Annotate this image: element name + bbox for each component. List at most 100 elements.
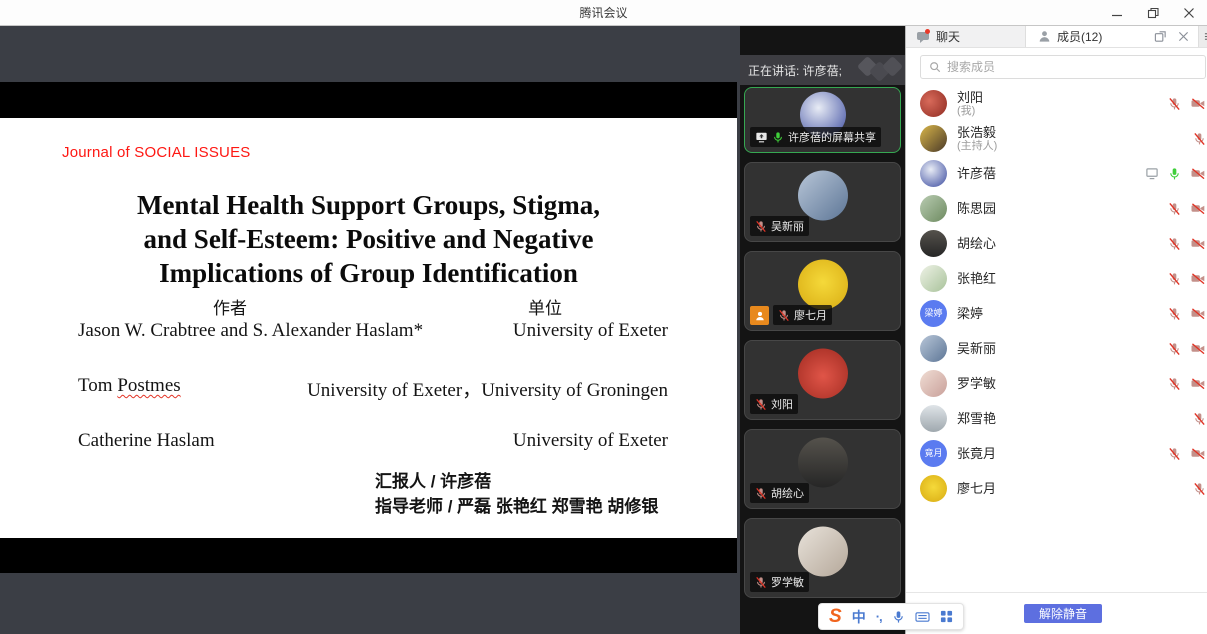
shared-screen-stage: Journal of SOCIAL ISSUES Mental Health S… — [0, 26, 740, 634]
member-row[interactable]: 张浩毅 (主持人) — [906, 121, 1207, 156]
ime-mic-icon[interactable] — [892, 610, 905, 624]
author-row: Tom Postmes University of Exeter，Univers… — [78, 375, 668, 402]
member-row[interactable]: 梁婷 梁婷 — [906, 296, 1207, 331]
video-tile[interactable]: 胡绘心 — [744, 429, 901, 509]
video-tile[interactable]: 吴新丽 — [744, 162, 901, 242]
popout-panel-icon[interactable] — [1154, 30, 1167, 43]
camera-off-icon — [1190, 167, 1206, 180]
avatar — [920, 265, 947, 292]
restore-button[interactable] — [1145, 5, 1161, 21]
member-status-icons — [1145, 167, 1206, 181]
camera-off-icon — [1190, 202, 1206, 215]
ime-language-mode-button[interactable]: 中 — [852, 607, 866, 627]
tab-chat-label: 聊天 — [936, 28, 960, 45]
slide-author-rows: Jason W. Crabtree and S. Alexander Hasla… — [0, 118, 737, 538]
mic-muted-icon — [1168, 342, 1181, 356]
search-input[interactable] — [947, 60, 1197, 74]
tile-name: 许彦蓓的屏幕共享 — [788, 129, 876, 145]
avatar — [920, 160, 947, 187]
avatar — [798, 349, 848, 399]
member-name: 陈思园 — [957, 201, 1158, 216]
video-tiles: 许彦蓓的屏幕共享 吴新丽 — [740, 85, 905, 634]
ime-keyboard-icon[interactable] — [915, 610, 930, 623]
avatar: 梁婷 — [920, 300, 947, 327]
avatar — [920, 230, 947, 257]
unmute-button[interactable]: 解除静音 — [1024, 604, 1102, 623]
member-search-box — [920, 55, 1206, 79]
avatar — [920, 475, 947, 502]
ime-toolbar: S 中 ·, — [818, 603, 964, 630]
member-name: 梁婷 — [957, 306, 1158, 321]
author-affiliation: University of Exeter，University of Groni… — [307, 375, 668, 402]
camera-off-icon — [1190, 272, 1206, 285]
panel-tab-actions — [1154, 26, 1198, 47]
tab-members[interactable]: 成员(12) — [1026, 26, 1154, 47]
member-status-icons — [1168, 447, 1206, 461]
author-name: Catherine Haslam — [78, 430, 215, 452]
mic-muted-icon — [1193, 412, 1206, 426]
member-name: 胡绘心 — [957, 236, 1158, 251]
member-row[interactable]: 廖七月 — [906, 471, 1207, 506]
member-name: 刘阳 — [957, 90, 1158, 105]
mic-on-icon — [772, 131, 784, 144]
mic-muted-icon — [778, 309, 790, 322]
mic-muted-icon — [1193, 132, 1206, 146]
ime-toolbox-grid-icon[interactable] — [940, 610, 953, 623]
member-status-icons — [1168, 272, 1206, 286]
tile-name-chip: 罗学敏 — [750, 572, 809, 592]
ime-logo[interactable]: S — [829, 606, 842, 628]
member-row[interactable]: 罗学敏 — [906, 366, 1207, 401]
window-title: 腾讯会议 — [579, 4, 627, 21]
mic-muted-icon — [1193, 482, 1206, 496]
panel-tabbar: 聊天 成员(12) — [906, 26, 1207, 48]
member-status-icons — [1168, 237, 1206, 251]
avatar — [920, 335, 947, 362]
member-name: 张浩毅 — [957, 125, 1183, 140]
member-row[interactable]: 许彦蓓 — [906, 156, 1207, 191]
member-name: 张竟月 — [957, 446, 1158, 461]
member-row[interactable]: 陈思园 — [906, 191, 1207, 226]
mic-muted-icon — [1168, 202, 1181, 216]
member-status-icons — [1168, 97, 1206, 111]
tab-members-label: 成员(12) — [1057, 28, 1102, 45]
member-row[interactable]: 吴新丽 — [906, 331, 1207, 366]
tab-chat[interactable]: 聊天 — [906, 26, 1026, 47]
window-controls — [1109, 0, 1197, 25]
author-name: Tom Postmes — [78, 375, 181, 402]
member-status-icons — [1168, 307, 1206, 321]
video-tile[interactable]: 许彦蓓的屏幕共享 — [744, 87, 901, 153]
panel-menu-button[interactable] — [1198, 26, 1207, 47]
member-row[interactable]: 竟月 张竟月 — [906, 436, 1207, 471]
member-icon — [1038, 30, 1051, 43]
member-status-icons — [1168, 342, 1206, 356]
member-row[interactable]: 郑雪艳 — [906, 401, 1207, 436]
now-speaking-bar: 正在讲话: 许彦蓓; — [740, 55, 905, 85]
minimize-button[interactable] — [1109, 5, 1125, 21]
mic-muted-icon — [1168, 377, 1181, 391]
tile-name-chip: 刘阳 — [750, 394, 798, 414]
author-name: Jason W. Crabtree and S. Alexander Hasla… — [78, 320, 423, 342]
mic-muted-icon — [755, 220, 767, 233]
member-row[interactable]: 刘阳 (我) — [906, 86, 1207, 121]
chat-unread-dot — [925, 29, 930, 34]
close-panel-icon[interactable] — [1178, 31, 1189, 42]
avatar — [920, 195, 947, 222]
video-tile[interactable]: 廖七月 — [744, 251, 901, 331]
author-row: Catherine Haslam University of Exeter — [78, 430, 668, 452]
avatar — [798, 438, 848, 488]
mic-muted-icon — [1168, 272, 1181, 286]
close-icon[interactable] — [1181, 5, 1197, 21]
video-tile[interactable]: 刘阳 — [744, 340, 901, 420]
slide-top-black-bar — [0, 82, 737, 118]
member-status-icons — [1168, 202, 1206, 216]
member-row[interactable]: 胡绘心 — [906, 226, 1207, 261]
screen-share-icon — [1145, 167, 1159, 180]
ime-punctuation-button[interactable]: ·, — [876, 609, 882, 624]
member-name: 许彦蓓 — [957, 166, 1135, 181]
video-tile[interactable]: 罗学敏 — [744, 518, 901, 598]
camera-off-icon — [1190, 97, 1206, 110]
avatar — [920, 370, 947, 397]
member-row[interactable]: 张艳红 — [906, 261, 1207, 296]
avatar — [920, 90, 947, 117]
mic-muted-icon — [1168, 307, 1181, 321]
